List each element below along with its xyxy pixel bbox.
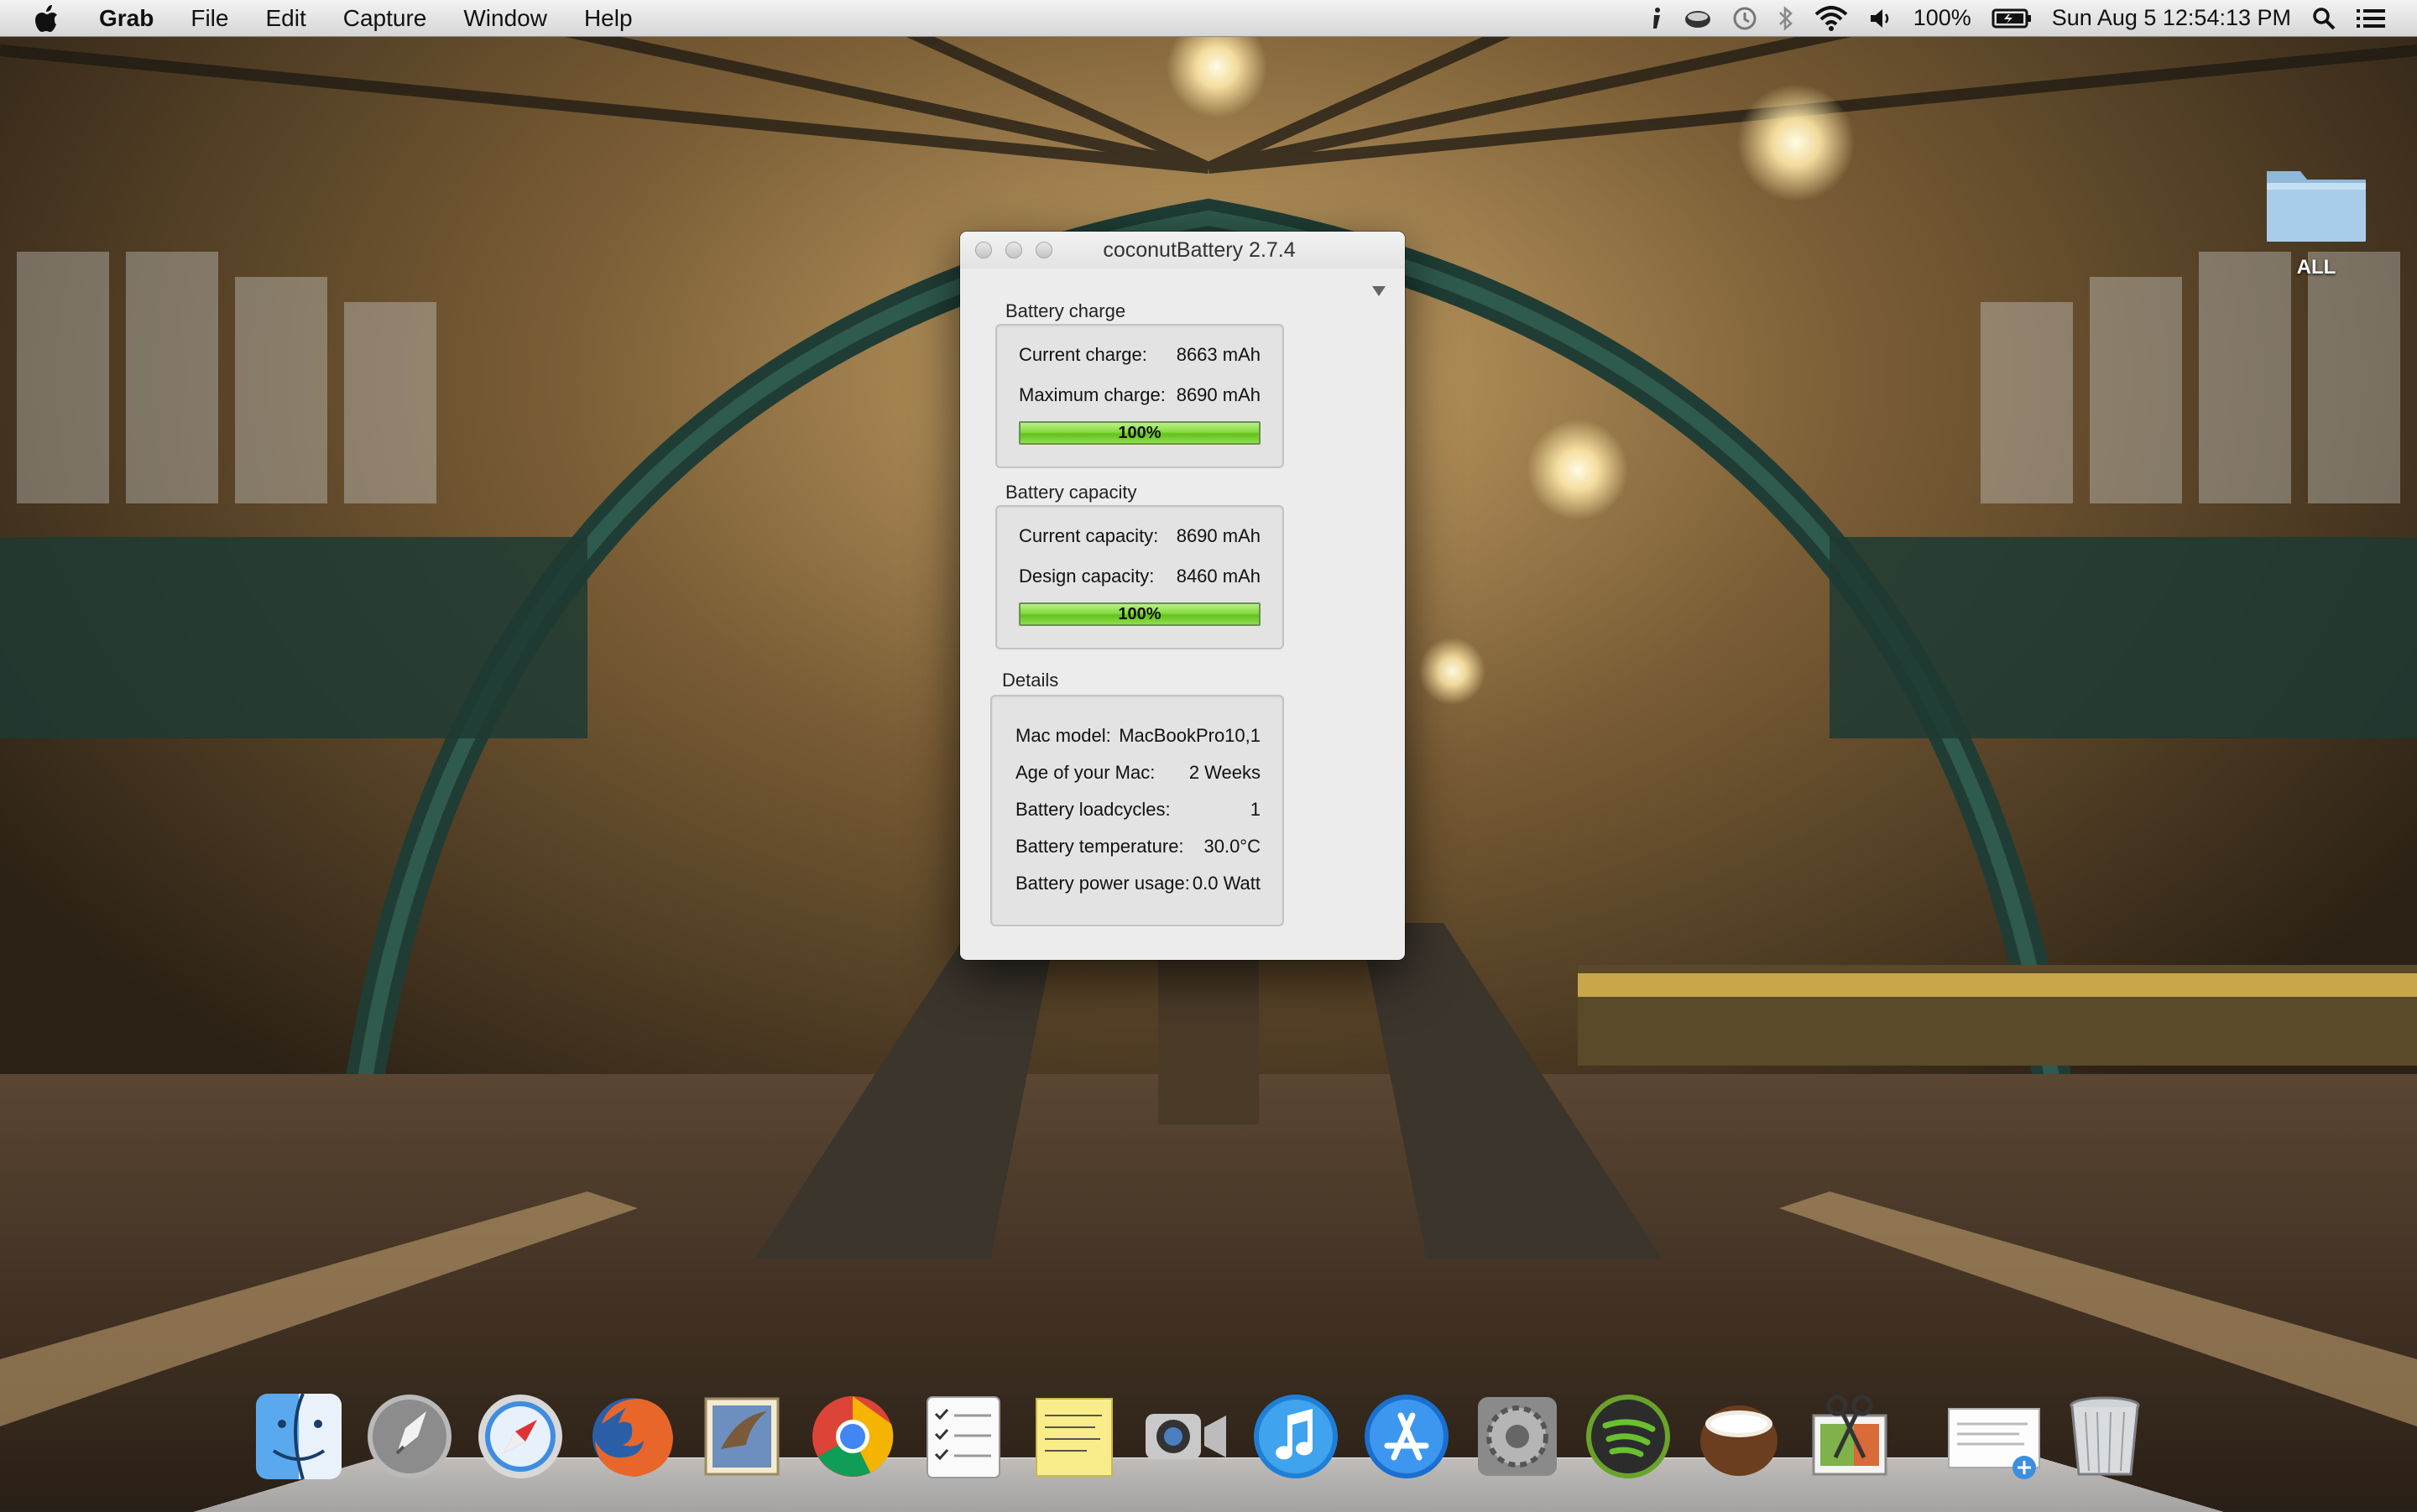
close-button[interactable] <box>975 242 992 258</box>
coconutbattery-icon[interactable] <box>1689 1386 1789 1487</box>
detail-value: 1 <box>1250 799 1261 821</box>
battery-charge-heading: Battery charge <box>1005 300 1125 322</box>
design-capacity-value: 8460 mAh <box>1177 566 1261 587</box>
desktop-folder-all[interactable]: ALL <box>2258 161 2375 279</box>
menu-edit[interactable]: Edit <box>247 5 324 32</box>
details-heading: Details <box>1002 670 1058 691</box>
charge-progress-bar: 100% <box>1019 421 1261 445</box>
detail-value: 2 Weeks <box>1189 762 1261 784</box>
detail-label: Battery loadcycles: <box>1015 799 1171 821</box>
trash-icon[interactable] <box>2054 1386 2155 1487</box>
charge-progress-text: 100% <box>1021 423 1259 443</box>
apple-menu-icon[interactable] <box>29 4 65 33</box>
folder-label: ALL <box>2258 256 2375 279</box>
maximum-charge-label: Maximum charge: <box>1019 384 1166 406</box>
battery-icon[interactable] <box>1981 0 2042 37</box>
app-store-icon[interactable] <box>1356 1386 1457 1487</box>
menu-help[interactable]: Help <box>566 5 651 32</box>
folder-icon <box>2263 161 2369 245</box>
facetime-icon[interactable] <box>1135 1386 1235 1487</box>
window-titlebar[interactable]: coconutBattery 2.7.4 <box>960 232 1405 269</box>
finder-icon[interactable] <box>248 1386 349 1487</box>
window-controls <box>975 242 1052 258</box>
current-charge-row: Current charge: 8663 mAh <box>1019 344 1261 366</box>
stickies-icon[interactable] <box>1024 1386 1125 1487</box>
battery-capacity-heading: Battery capacity <box>1005 482 1137 503</box>
current-capacity-label: Current capacity: <box>1019 525 1158 547</box>
reminders-icon[interactable] <box>913 1386 1014 1487</box>
detail-label: Battery temperature: <box>1015 836 1184 858</box>
detail-row: Battery power usage: 0.0 Watt <box>1015 873 1261 894</box>
coconutbattery-window: coconutBattery 2.7.4 Battery charge Curr… <box>960 232 1405 960</box>
launchpad-icon[interactable] <box>359 1386 460 1487</box>
detail-label: Battery power usage: <box>1015 873 1190 894</box>
volume-icon[interactable] <box>1858 0 1903 37</box>
maximum-charge-value: 8690 mAh <box>1177 384 1261 406</box>
detail-label: Mac model: <box>1015 725 1111 747</box>
current-capacity-row: Current capacity: 8690 mAh <box>1019 525 1261 547</box>
current-capacity-value: 8690 mAh <box>1177 525 1261 547</box>
chrome-icon[interactable] <box>802 1386 903 1487</box>
spotify-icon[interactable] <box>1578 1386 1678 1487</box>
status-area: 100% Sun Aug 5 12:54:13 PM <box>1640 0 2417 37</box>
capacity-progress-text: 100% <box>1021 604 1259 624</box>
firefox-icon[interactable] <box>581 1386 681 1487</box>
system-preferences-icon[interactable] <box>1467 1386 1568 1487</box>
battery-charge-box: Current charge: 8663 mAh Maximum charge:… <box>995 324 1284 468</box>
detail-value: 0.0 Watt <box>1193 873 1261 894</box>
detail-label: Age of your Mac: <box>1015 762 1155 784</box>
disclosure-triangle-icon[interactable] <box>1370 282 1388 300</box>
detail-value: MacBookPro10,1 <box>1119 725 1261 747</box>
minimize-button[interactable] <box>1005 242 1022 258</box>
time-machine-icon[interactable] <box>1722 0 1767 37</box>
maximum-charge-row: Maximum charge: 8690 mAh <box>1019 384 1261 406</box>
current-charge-value: 8663 mAh <box>1177 344 1261 366</box>
spotlight-search-icon[interactable] <box>2301 0 2347 37</box>
battery-percent[interactable]: 100% <box>1903 5 1981 31</box>
battery-capacity-box: Current capacity: 8690 mAh Design capaci… <box>995 505 1284 649</box>
safari-icon[interactable] <box>470 1386 571 1487</box>
details-box: Mac model: MacBookPro10,1 Age of your Ma… <box>990 695 1284 926</box>
capacity-progress-bar: 100% <box>1019 602 1261 626</box>
app-menu-grab[interactable]: Grab <box>91 5 172 32</box>
wifi-icon[interactable] <box>1804 0 1858 37</box>
detail-row: Battery temperature: 30.0°C <box>1015 836 1261 858</box>
notification-center-icon[interactable] <box>2347 0 2395 37</box>
zoom-button[interactable] <box>1036 242 1052 258</box>
menu-file[interactable]: File <box>172 5 247 32</box>
bluetooth-icon[interactable] <box>1767 0 1804 37</box>
design-capacity-label: Design capacity: <box>1019 566 1154 587</box>
current-charge-label: Current charge: <box>1019 344 1147 366</box>
detail-value: 30.0°C <box>1203 836 1261 858</box>
detail-row: Age of your Mac: 2 Weeks <box>1015 762 1261 784</box>
itunes-icon[interactable] <box>1245 1386 1346 1487</box>
dock <box>248 1378 2165 1487</box>
menu-window[interactable]: Window <box>445 5 566 32</box>
mail-icon[interactable] <box>692 1386 792 1487</box>
detail-row: Battery loadcycles: 1 <box>1015 799 1261 821</box>
info-icon[interactable] <box>1640 0 1673 37</box>
grab-icon[interactable] <box>1799 1386 1900 1487</box>
menu-bar: Grab File Edit Capture Window Help 100% … <box>0 0 2417 37</box>
coconut-status-icon[interactable] <box>1673 0 1722 37</box>
detail-row: Mac model: MacBookPro10,1 <box>1015 725 1261 747</box>
menu-capture[interactable]: Capture <box>325 5 446 32</box>
downloads-stack-icon[interactable] <box>1944 1386 2044 1487</box>
design-capacity-row: Design capacity: 8460 mAh <box>1019 566 1261 587</box>
clock[interactable]: Sun Aug 5 12:54:13 PM <box>2042 5 2301 31</box>
